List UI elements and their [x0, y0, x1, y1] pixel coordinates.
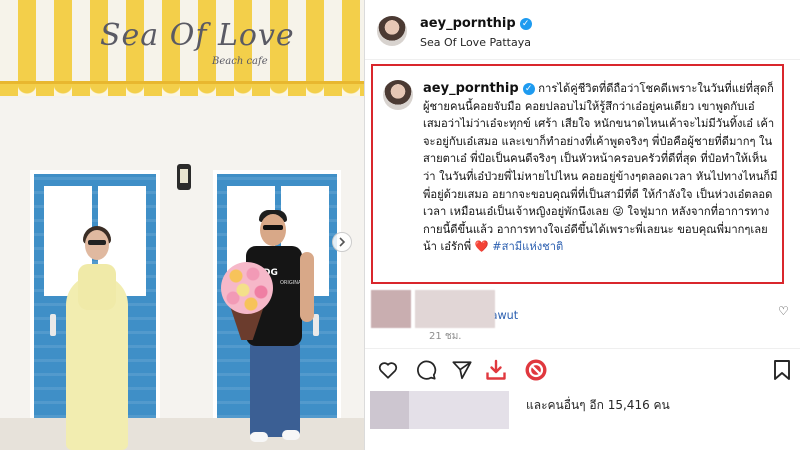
next-photo-button[interactable]	[332, 232, 352, 252]
man-jeans	[250, 342, 300, 437]
woman-face	[85, 230, 109, 260]
action-bar	[365, 348, 800, 388]
save-button[interactable]	[769, 357, 795, 383]
blurred-liker-avatar	[370, 391, 410, 429]
like-button[interactable]	[375, 357, 401, 383]
post-username[interactable]: aey_pornthip ✓	[420, 16, 532, 31]
verified-badge-icon: ✓	[519, 18, 532, 30]
chevron-right-icon	[339, 237, 346, 247]
cafe-sign-subtitle: Beach cafe	[212, 56, 268, 67]
caption-text: aey_pornthip ✓ การได้คู่ชีวิตที่ดีถือว่าโ…	[423, 80, 779, 256]
blurred-comment-text	[415, 290, 495, 328]
post-header: aey_pornthip ✓ Sea Of Love Pattaya	[365, 0, 800, 60]
caption-avatar[interactable]	[383, 80, 413, 110]
caption-highlight-box: aey_pornthip ✓ การได้คู่ชีวิตที่ดีถือว่าโ…	[371, 64, 784, 342]
location-link[interactable]: Sea Of Love Pattaya	[420, 36, 531, 49]
comment-button[interactable]	[413, 357, 439, 383]
verified-badge-icon: ✓	[522, 83, 535, 95]
bookmark-icon	[774, 360, 790, 380]
post-timestamp[interactable]: 21 ชม.	[429, 329, 461, 344]
heart-emoji: ❤️	[474, 240, 489, 254]
awning-edge	[0, 84, 364, 98]
blocked-button[interactable]	[523, 357, 549, 383]
floor	[0, 418, 364, 450]
avatar[interactable]	[377, 16, 407, 46]
cafe-sign-title: Sea Of Love	[100, 18, 295, 53]
blurred-liker-name	[409, 391, 509, 429]
caption-username[interactable]: aey_pornthip	[423, 81, 519, 96]
hashtag-link[interactable]: #สามีแห่งชาติ	[492, 240, 563, 253]
woman-sunglasses	[88, 240, 106, 245]
heart-icon	[378, 362, 398, 379]
comment-icon	[417, 360, 437, 380]
send-icon	[452, 361, 472, 380]
share-button[interactable]	[449, 357, 475, 383]
man-shoe	[282, 430, 300, 440]
caption-body: การได้คู่ชีวิตที่ดีถือว่าโชคดีเพราะในวัน…	[423, 82, 778, 254]
likes-row: และคนอื่นๆ อีก 15,416 คน	[365, 390, 800, 430]
man-sunglasses	[263, 225, 283, 230]
wall-lamp	[177, 164, 191, 190]
post-photo[interactable]: Sea Of Love Beach cafe DG ORIGINALS	[0, 0, 364, 450]
comment-like-icon[interactable]: ♡	[778, 304, 789, 318]
flower-bouquet	[221, 262, 273, 314]
man-face	[260, 214, 286, 246]
blocked-icon	[525, 359, 547, 381]
blurred-comment-avatar	[371, 290, 411, 328]
post-details-panel: aey_pornthip ✓ Sea Of Love Pattaya aey_po…	[364, 0, 800, 450]
download-button[interactable]	[483, 357, 509, 383]
woman-torso	[78, 264, 116, 310]
username-text[interactable]: aey_pornthip	[420, 16, 516, 31]
comment-row	[371, 290, 781, 328]
likes-count[interactable]: และคนอื่นๆ อีก 15,416 คน	[526, 396, 670, 415]
download-icon	[486, 359, 506, 380]
man-shoe	[250, 432, 268, 442]
man-arm	[300, 252, 314, 322]
